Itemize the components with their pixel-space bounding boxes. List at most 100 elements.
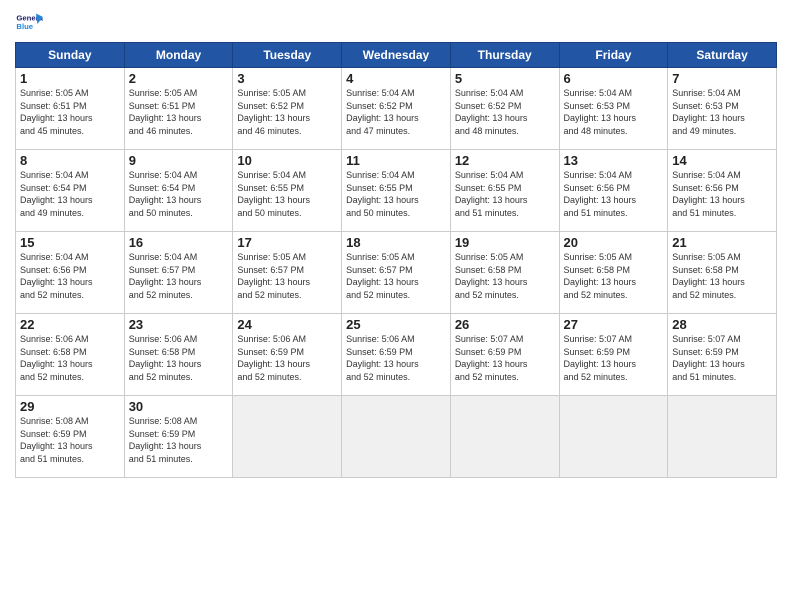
cell-info-text: Sunrise: 5:06 AMSunset: 6:59 PMDaylight:… bbox=[346, 333, 446, 383]
calendar-cell-day-21: 21Sunrise: 5:05 AMSunset: 6:58 PMDayligh… bbox=[668, 232, 777, 314]
calendar-cell-day-1: 1Sunrise: 5:05 AMSunset: 6:51 PMDaylight… bbox=[16, 68, 125, 150]
calendar-week-row: 29Sunrise: 5:08 AMSunset: 6:59 PMDayligh… bbox=[16, 396, 777, 478]
calendar-cell-day-3: 3Sunrise: 5:05 AMSunset: 6:52 PMDaylight… bbox=[233, 68, 342, 150]
calendar-cell-day-16: 16Sunrise: 5:04 AMSunset: 6:57 PMDayligh… bbox=[124, 232, 233, 314]
calendar-cell-day-29: 29Sunrise: 5:08 AMSunset: 6:59 PMDayligh… bbox=[16, 396, 125, 478]
header-saturday: Saturday bbox=[668, 43, 777, 68]
day-number: 8 bbox=[20, 153, 120, 168]
day-number: 9 bbox=[129, 153, 229, 168]
header: General Blue bbox=[15, 10, 777, 38]
calendar-cell-day-23: 23Sunrise: 5:06 AMSunset: 6:58 PMDayligh… bbox=[124, 314, 233, 396]
day-number: 4 bbox=[346, 71, 446, 86]
calendar-cell-day-19: 19Sunrise: 5:05 AMSunset: 6:58 PMDayligh… bbox=[450, 232, 559, 314]
cell-info-text: Sunrise: 5:04 AMSunset: 6:53 PMDaylight:… bbox=[564, 87, 664, 137]
cell-info-text: Sunrise: 5:05 AMSunset: 6:51 PMDaylight:… bbox=[20, 87, 120, 137]
cell-info-text: Sunrise: 5:05 AMSunset: 6:52 PMDaylight:… bbox=[237, 87, 337, 137]
calendar-cell-day-26: 26Sunrise: 5:07 AMSunset: 6:59 PMDayligh… bbox=[450, 314, 559, 396]
calendar-cell-day-14: 14Sunrise: 5:04 AMSunset: 6:56 PMDayligh… bbox=[668, 150, 777, 232]
cell-info-text: Sunrise: 5:04 AMSunset: 6:54 PMDaylight:… bbox=[20, 169, 120, 219]
header-wednesday: Wednesday bbox=[342, 43, 451, 68]
calendar-cell-day-5: 5Sunrise: 5:04 AMSunset: 6:52 PMDaylight… bbox=[450, 68, 559, 150]
day-number: 25 bbox=[346, 317, 446, 332]
cell-info-text: Sunrise: 5:06 AMSunset: 6:59 PMDaylight:… bbox=[237, 333, 337, 383]
day-number: 14 bbox=[672, 153, 772, 168]
cell-info-text: Sunrise: 5:04 AMSunset: 6:55 PMDaylight:… bbox=[346, 169, 446, 219]
calendar-cell-day-13: 13Sunrise: 5:04 AMSunset: 6:56 PMDayligh… bbox=[559, 150, 668, 232]
header-tuesday: Tuesday bbox=[233, 43, 342, 68]
calendar-cell-empty bbox=[342, 396, 451, 478]
calendar-cell-day-9: 9Sunrise: 5:04 AMSunset: 6:54 PMDaylight… bbox=[124, 150, 233, 232]
day-number: 11 bbox=[346, 153, 446, 168]
calendar-cell-day-12: 12Sunrise: 5:04 AMSunset: 6:55 PMDayligh… bbox=[450, 150, 559, 232]
calendar-cell-empty bbox=[668, 396, 777, 478]
cell-info-text: Sunrise: 5:08 AMSunset: 6:59 PMDaylight:… bbox=[20, 415, 120, 465]
calendar-week-row: 22Sunrise: 5:06 AMSunset: 6:58 PMDayligh… bbox=[16, 314, 777, 396]
day-number: 29 bbox=[20, 399, 120, 414]
svg-text:Blue: Blue bbox=[16, 22, 33, 31]
calendar-cell-day-7: 7Sunrise: 5:04 AMSunset: 6:53 PMDaylight… bbox=[668, 68, 777, 150]
cell-info-text: Sunrise: 5:07 AMSunset: 6:59 PMDaylight:… bbox=[564, 333, 664, 383]
calendar-cell-day-17: 17Sunrise: 5:05 AMSunset: 6:57 PMDayligh… bbox=[233, 232, 342, 314]
cell-info-text: Sunrise: 5:05 AMSunset: 6:57 PMDaylight:… bbox=[237, 251, 337, 301]
calendar-cell-day-18: 18Sunrise: 5:05 AMSunset: 6:57 PMDayligh… bbox=[342, 232, 451, 314]
calendar-cell-day-10: 10Sunrise: 5:04 AMSunset: 6:55 PMDayligh… bbox=[233, 150, 342, 232]
cell-info-text: Sunrise: 5:04 AMSunset: 6:56 PMDaylight:… bbox=[672, 169, 772, 219]
cell-info-text: Sunrise: 5:06 AMSunset: 6:58 PMDaylight:… bbox=[20, 333, 120, 383]
day-number: 19 bbox=[455, 235, 555, 250]
cell-info-text: Sunrise: 5:04 AMSunset: 6:55 PMDaylight:… bbox=[455, 169, 555, 219]
calendar-table: SundayMondayTuesdayWednesdayThursdayFrid… bbox=[15, 42, 777, 478]
cell-info-text: Sunrise: 5:04 AMSunset: 6:57 PMDaylight:… bbox=[129, 251, 229, 301]
calendar-cell-day-20: 20Sunrise: 5:05 AMSunset: 6:58 PMDayligh… bbox=[559, 232, 668, 314]
day-number: 16 bbox=[129, 235, 229, 250]
header-thursday: Thursday bbox=[450, 43, 559, 68]
calendar-header-row: SundayMondayTuesdayWednesdayThursdayFrid… bbox=[16, 43, 777, 68]
cell-info-text: Sunrise: 5:04 AMSunset: 6:56 PMDaylight:… bbox=[20, 251, 120, 301]
cell-info-text: Sunrise: 5:04 AMSunset: 6:52 PMDaylight:… bbox=[455, 87, 555, 137]
cell-info-text: Sunrise: 5:04 AMSunset: 6:53 PMDaylight:… bbox=[672, 87, 772, 137]
calendar-cell-day-27: 27Sunrise: 5:07 AMSunset: 6:59 PMDayligh… bbox=[559, 314, 668, 396]
day-number: 24 bbox=[237, 317, 337, 332]
day-number: 7 bbox=[672, 71, 772, 86]
day-number: 30 bbox=[129, 399, 229, 414]
calendar-cell-day-2: 2Sunrise: 5:05 AMSunset: 6:51 PMDaylight… bbox=[124, 68, 233, 150]
calendar-week-row: 8Sunrise: 5:04 AMSunset: 6:54 PMDaylight… bbox=[16, 150, 777, 232]
cell-info-text: Sunrise: 5:05 AMSunset: 6:57 PMDaylight:… bbox=[346, 251, 446, 301]
cell-info-text: Sunrise: 5:05 AMSunset: 6:51 PMDaylight:… bbox=[129, 87, 229, 137]
cell-info-text: Sunrise: 5:04 AMSunset: 6:55 PMDaylight:… bbox=[237, 169, 337, 219]
calendar-cell-day-4: 4Sunrise: 5:04 AMSunset: 6:52 PMDaylight… bbox=[342, 68, 451, 150]
calendar-cell-day-15: 15Sunrise: 5:04 AMSunset: 6:56 PMDayligh… bbox=[16, 232, 125, 314]
cell-info-text: Sunrise: 5:08 AMSunset: 6:59 PMDaylight:… bbox=[129, 415, 229, 465]
header-monday: Monday bbox=[124, 43, 233, 68]
day-number: 12 bbox=[455, 153, 555, 168]
cell-info-text: Sunrise: 5:05 AMSunset: 6:58 PMDaylight:… bbox=[564, 251, 664, 301]
calendar-cell-day-6: 6Sunrise: 5:04 AMSunset: 6:53 PMDaylight… bbox=[559, 68, 668, 150]
day-number: 2 bbox=[129, 71, 229, 86]
cell-info-text: Sunrise: 5:04 AMSunset: 6:54 PMDaylight:… bbox=[129, 169, 229, 219]
page: General Blue SundayMondayTuesdayWednesda… bbox=[0, 0, 792, 612]
cell-info-text: Sunrise: 5:07 AMSunset: 6:59 PMDaylight:… bbox=[455, 333, 555, 383]
logo: General Blue bbox=[15, 10, 47, 38]
day-number: 22 bbox=[20, 317, 120, 332]
calendar-cell-empty bbox=[559, 396, 668, 478]
day-number: 13 bbox=[564, 153, 664, 168]
cell-info-text: Sunrise: 5:04 AMSunset: 6:52 PMDaylight:… bbox=[346, 87, 446, 137]
calendar-cell-day-8: 8Sunrise: 5:04 AMSunset: 6:54 PMDaylight… bbox=[16, 150, 125, 232]
day-number: 27 bbox=[564, 317, 664, 332]
day-number: 1 bbox=[20, 71, 120, 86]
cell-info-text: Sunrise: 5:05 AMSunset: 6:58 PMDaylight:… bbox=[672, 251, 772, 301]
calendar-week-row: 15Sunrise: 5:04 AMSunset: 6:56 PMDayligh… bbox=[16, 232, 777, 314]
calendar-cell-day-22: 22Sunrise: 5:06 AMSunset: 6:58 PMDayligh… bbox=[16, 314, 125, 396]
day-number: 3 bbox=[237, 71, 337, 86]
day-number: 18 bbox=[346, 235, 446, 250]
day-number: 23 bbox=[129, 317, 229, 332]
day-number: 15 bbox=[20, 235, 120, 250]
calendar-cell-day-30: 30Sunrise: 5:08 AMSunset: 6:59 PMDayligh… bbox=[124, 396, 233, 478]
day-number: 10 bbox=[237, 153, 337, 168]
day-number: 20 bbox=[564, 235, 664, 250]
calendar-cell-day-28: 28Sunrise: 5:07 AMSunset: 6:59 PMDayligh… bbox=[668, 314, 777, 396]
day-number: 17 bbox=[237, 235, 337, 250]
calendar-cell-day-24: 24Sunrise: 5:06 AMSunset: 6:59 PMDayligh… bbox=[233, 314, 342, 396]
cell-info-text: Sunrise: 5:04 AMSunset: 6:56 PMDaylight:… bbox=[564, 169, 664, 219]
calendar-cell-empty bbox=[233, 396, 342, 478]
day-number: 5 bbox=[455, 71, 555, 86]
